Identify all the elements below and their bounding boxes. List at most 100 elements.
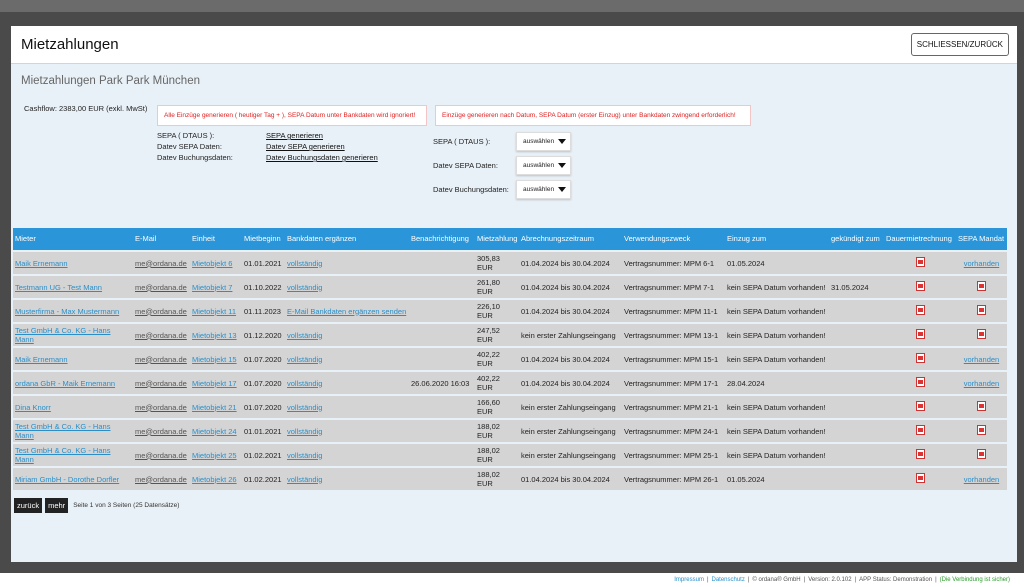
pdf-icon[interactable] xyxy=(977,329,986,339)
close-back-button[interactable]: SCHLIESSEN/ZURÜCK xyxy=(910,33,1009,56)
billing-period: 01.04.2024 bis 30.04.2024 xyxy=(521,378,610,388)
bank-data-link[interactable]: E-Mail Bankdaten ergänzen senden xyxy=(287,307,406,316)
column-header[interactable]: E-Mail xyxy=(133,228,190,250)
bank-data-link[interactable]: vollständig xyxy=(287,283,322,292)
mandate-link[interactable]: vorhanden xyxy=(964,379,999,388)
pdf-icon[interactable] xyxy=(977,401,986,411)
email-link[interactable]: me@ordana.de xyxy=(135,403,187,412)
email-link[interactable]: me@ordana.de xyxy=(135,379,187,388)
mandate-link[interactable]: vorhanden xyxy=(964,259,999,268)
column-header[interactable]: Mietzahlung xyxy=(475,228,519,250)
datev-booking-generate-link[interactable]: Datev Buchungsdaten generieren xyxy=(266,152,378,163)
mandate-link[interactable]: vorhanden xyxy=(964,355,999,364)
email-link-cell: me@ordana.de xyxy=(133,468,190,490)
unit-link[interactable]: Mietobjekt 25 xyxy=(192,451,237,460)
rent-start: 01.01.2021 xyxy=(244,426,282,436)
column-header[interactable]: Bankdaten ergänzen xyxy=(285,228,409,250)
column-header[interactable]: Mieter xyxy=(13,228,133,250)
tenant-link[interactable]: Miriam GmbH - Dorothe Dorfler xyxy=(15,475,119,484)
table-row: Miriam GmbH - Dorothe Dorfler me@ordana.d… xyxy=(13,468,1007,490)
column-header[interactable]: Einzug zum xyxy=(725,228,829,250)
unit-link[interactable]: Mietobjekt 13 xyxy=(192,331,237,340)
unit-link[interactable]: Mietobjekt 6 xyxy=(192,259,232,268)
notification-date-cell xyxy=(409,420,475,442)
pdf-icon[interactable] xyxy=(915,329,925,339)
pdf-icon[interactable] xyxy=(915,257,925,267)
tenant-link-cell: ordana GbR - Maik Ernemann xyxy=(13,372,133,394)
impressum-link[interactable]: Impressum xyxy=(674,577,704,583)
pdf-icon[interactable] xyxy=(977,281,986,291)
column-header[interactable]: Abrechnungszeitraum xyxy=(519,228,622,250)
bank-data-link[interactable]: vollständig xyxy=(287,475,322,484)
sepa-generate-link[interactable]: SEPA generieren xyxy=(266,130,323,141)
unit-link[interactable]: Mietobjekt 15 xyxy=(192,355,237,364)
pdf-icon[interactable] xyxy=(915,425,925,435)
unit-link-cell: Mietobjekt 13 xyxy=(190,324,242,346)
pdf-icon[interactable] xyxy=(977,425,986,435)
bank-data-link[interactable]: vollständig xyxy=(287,427,322,436)
column-header[interactable]: gekündigt zum xyxy=(829,228,884,250)
email-link[interactable]: me@ordana.de xyxy=(135,355,187,364)
email-link[interactable]: me@ordana.de xyxy=(135,451,187,460)
bank-data-link[interactable]: vollständig xyxy=(287,331,322,340)
tenant-link[interactable]: Maik Ernemann xyxy=(15,259,68,268)
notification-date-cell: 26.06.2020 16:03 xyxy=(409,372,475,394)
unit-link[interactable]: Mietobjekt 7 xyxy=(192,283,232,292)
pdf-icon[interactable] xyxy=(915,377,925,387)
unit-link[interactable]: Mietobjekt 11 xyxy=(192,307,236,316)
pdf-icon[interactable] xyxy=(915,473,925,483)
bank-data-link[interactable]: vollständig xyxy=(287,379,322,388)
tenant-link[interactable]: Testmann UG - Test Mann xyxy=(15,283,102,292)
tenant-link[interactable]: Dina Knorr xyxy=(15,403,51,412)
pdf-icon[interactable] xyxy=(977,305,986,315)
unit-link[interactable]: Mietobjekt 17 xyxy=(192,379,237,388)
rent-amount-cell: 188,02 EUR xyxy=(475,468,519,490)
tenant-link[interactable]: Test GmbH & Co. KG - Hans Mann xyxy=(15,446,110,464)
termination-date-cell xyxy=(829,420,884,442)
pdf-icon[interactable] xyxy=(915,305,925,315)
rent-start-cell: 01.01.2021 xyxy=(242,252,285,274)
datev-booking-date-select[interactable]: auswählen xyxy=(516,179,571,199)
column-header[interactable]: Mietbeginn xyxy=(242,228,285,250)
email-link[interactable]: me@ordana.de xyxy=(135,475,187,484)
collection-date-cell: kein SEPA Datum vorhanden! xyxy=(725,348,829,370)
pdf-icon[interactable] xyxy=(915,449,925,459)
next-page-button[interactable]: mehr xyxy=(45,498,69,513)
sepa-date-select[interactable]: auswählen xyxy=(516,131,571,151)
column-header[interactable]: Verwendungszweck xyxy=(622,228,725,250)
pdf-icon[interactable] xyxy=(977,449,986,459)
column-header[interactable]: Einheit xyxy=(190,228,242,250)
unit-link[interactable]: Mietobjekt 24 xyxy=(192,427,237,436)
tenant-link[interactable]: Maik Ernemann xyxy=(15,355,68,364)
select-label: Datev Buchungsdaten: xyxy=(433,184,509,194)
pdf-icon[interactable] xyxy=(915,353,925,363)
mandate-link[interactable]: vorhanden xyxy=(964,475,999,484)
email-link[interactable]: me@ordana.de xyxy=(135,427,187,436)
column-header[interactable]: Benachrichtigung xyxy=(409,228,475,250)
bank-data-link[interactable]: vollständig xyxy=(287,355,322,364)
bank-data-link[interactable]: vollständig xyxy=(287,451,322,460)
version-text: Version: 2.0.102 xyxy=(808,577,852,583)
datenschutz-link[interactable]: Datenschutz xyxy=(712,577,745,583)
export-row-sepa: SEPA ( DTAUS ): SEPA generieren xyxy=(157,130,378,141)
column-header[interactable]: Dauermietrechnung xyxy=(884,228,956,250)
datev-sepa-generate-link[interactable]: Datev SEPA generieren xyxy=(266,141,345,152)
bank-data-link[interactable]: vollständig xyxy=(287,403,322,412)
email-link[interactable]: me@ordana.de xyxy=(135,307,187,316)
tenant-link[interactable]: Test GmbH & Co. KG - Hans Mann xyxy=(15,422,110,440)
email-link[interactable]: me@ordana.de xyxy=(135,283,187,292)
tenant-link[interactable]: Test GmbH & Co. KG - Hans Mann xyxy=(15,326,110,344)
bank-data-link[interactable]: vollständig xyxy=(287,259,322,268)
tenant-link[interactable]: ordana GbR - Maik Ernemann xyxy=(15,379,115,388)
tenant-link[interactable]: Musterfirma - Max Mustermann xyxy=(15,307,119,316)
previous-page-button[interactable]: zurück xyxy=(14,498,43,513)
unit-link[interactable]: Mietobjekt 21 xyxy=(192,403,237,412)
column-header[interactable]: SEPA Mandat xyxy=(956,228,1007,250)
email-link[interactable]: me@ordana.de xyxy=(135,331,187,340)
datev-sepa-date-select[interactable]: auswählen xyxy=(516,155,571,175)
pdf-icon[interactable] xyxy=(915,401,925,411)
pdf-icon[interactable] xyxy=(915,281,925,291)
email-link[interactable]: me@ordana.de xyxy=(135,259,187,268)
unit-link[interactable]: Mietobjekt 26 xyxy=(192,475,237,484)
email-link-cell: me@ordana.de xyxy=(133,252,190,274)
